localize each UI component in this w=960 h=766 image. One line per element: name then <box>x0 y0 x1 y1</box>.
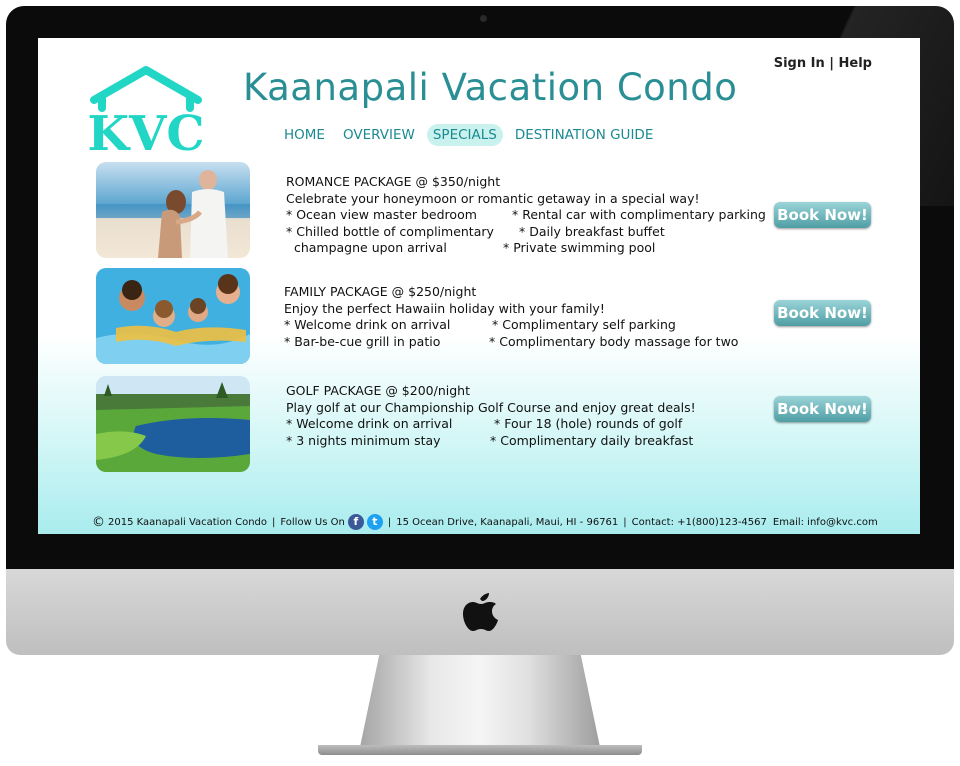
feature-list-left: * Welcome drink on arrival * 3 nights mi… <box>286 416 494 449</box>
nav-home[interactable]: HOME <box>278 124 331 146</box>
book-now-family-button[interactable]: Book Now! <box>774 300 871 326</box>
book-now-golf-button[interactable]: Book Now! <box>774 396 871 422</box>
feature-item: * Ocean view master bedroom <box>286 207 477 222</box>
logo-text: KVC <box>88 106 204 156</box>
nav-specials[interactable]: SPECIALS <box>426 124 503 146</box>
romance-package-image <box>96 162 250 258</box>
facebook-icon[interactable]: f <box>347 514 364 530</box>
kvc-logo-icon[interactable]: KVC <box>88 64 204 156</box>
feature-item: * Complimentary daily breakfast <box>490 432 694 448</box>
main-nav: HOME OVERVIEW SPECIALS DESTINATION GUIDE <box>278 124 659 146</box>
camera-icon <box>480 15 487 22</box>
twitter-icon[interactable]: t <box>366 514 383 530</box>
monitor-stand <box>360 655 600 747</box>
address-text: 15 Ocean Drive, Kaanapali, Maui, HI - 96… <box>396 516 619 528</box>
help-link[interactable]: Help <box>839 56 872 71</box>
feature-item: * Four 18 (hole) rounds of golf <box>494 416 683 431</box>
nav-overview[interactable]: OVERVIEW <box>337 124 421 146</box>
book-now-romance-button[interactable]: Book Now! <box>774 202 871 228</box>
family-package-details: FAMILY PACKAGE @ $250/night Enjoy the pe… <box>284 284 738 350</box>
feature-list-right: * Complimentary self parking * Complimen… <box>489 317 739 350</box>
feature-list-right: * Rental car with complimentary parking … <box>503 207 766 257</box>
romance-package-details: ROMANCE PACKAGE @ $350/night Celebrate y… <box>286 174 766 257</box>
feature-list-left: * Welcome drink on arrival * Bar-be-cue … <box>284 317 492 350</box>
feature-item: * Bar-be-cue grill in patio <box>284 333 441 349</box>
footer: © 2015 Kaanapali Vacation Condo | Follow… <box>92 514 878 530</box>
copyright-text: 2015 Kaanapali Vacation Condo <box>108 516 267 528</box>
sign-in-link[interactable]: Sign In <box>774 56 825 71</box>
feature-item: * Complimentary self parking <box>492 317 676 332</box>
feature-item: * 3 nights minimum stay <box>286 432 441 448</box>
family-package-image <box>96 268 250 364</box>
package-description: Enjoy the perfect Hawaiin holiday with y… <box>284 300 605 316</box>
package-description: Play golf at our Championship Golf Cours… <box>286 399 696 415</box>
feature-list-left: * Ocean view master bedroom * Chilled bo… <box>286 207 512 257</box>
feature-item: * Rental car with complimentary parking <box>512 207 766 222</box>
site-title: Kaanapali Vacation Condo <box>243 66 738 109</box>
follow-us-text: Follow Us On <box>280 516 345 528</box>
feature-item: champagne upon arrival <box>286 240 447 255</box>
contact-text: Contact: +1(800)123-4567 <box>631 516 767 528</box>
package-title: GOLF PACKAGE @ $200/night <box>286 383 470 398</box>
feature-item: * Daily breakfast buffet <box>519 223 665 239</box>
golf-package-details: GOLF PACKAGE @ $200/night Play golf at o… <box>286 383 696 449</box>
website-screen: Sign In | Help KVC Kaanapali Vacation Co… <box>38 38 920 534</box>
copyright-icon: © <box>92 514 105 530</box>
monitor-stand-base <box>318 745 642 755</box>
nav-destination-guide[interactable]: DESTINATION GUIDE <box>509 124 660 146</box>
account-links: Sign In | Help <box>774 56 872 71</box>
email-link[interactable]: Email: info@kvc.com <box>773 517 878 528</box>
feature-list-right: * Four 18 (hole) rounds of golf * Compli… <box>490 416 693 449</box>
feature-item: * Complimentary body massage for two <box>489 333 739 349</box>
feature-item: * Welcome drink on arrival <box>286 416 453 431</box>
package-description: Celebrate your honeymoon or romantic get… <box>286 190 700 206</box>
package-title: ROMANCE PACKAGE @ $350/night <box>286 174 501 189</box>
feature-item: * Chilled bottle of complimentary <box>286 223 494 239</box>
package-title: FAMILY PACKAGE @ $250/night <box>284 284 477 299</box>
link-divider: | <box>829 56 834 71</box>
feature-item: * Welcome drink on arrival <box>284 317 451 332</box>
apple-logo-icon <box>463 593 498 631</box>
golf-package-image <box>96 376 250 472</box>
feature-item: * Private swimming pool <box>503 240 656 255</box>
